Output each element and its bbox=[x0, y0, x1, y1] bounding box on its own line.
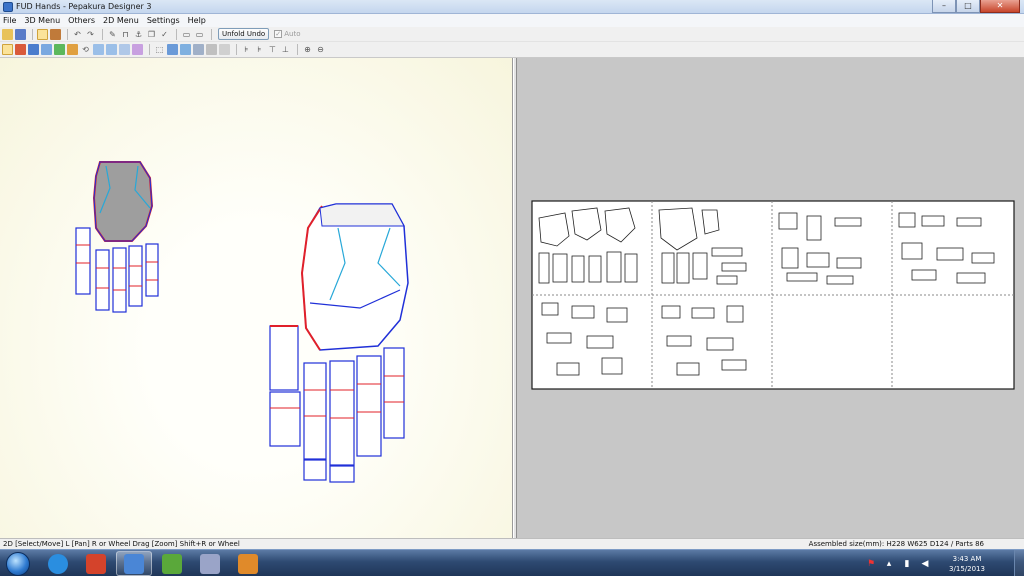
pepakura-unfolder-icon bbox=[86, 553, 106, 574]
auto-option[interactable]: ✓ Auto bbox=[274, 30, 300, 38]
menu-2d[interactable]: 2D Menu bbox=[103, 15, 139, 27]
window-single-icon[interactable]: ▭ bbox=[181, 29, 192, 40]
move-tool-icon[interactable] bbox=[180, 44, 191, 55]
pepakura-app-icon[interactable] bbox=[3, 2, 13, 12]
window-title: FUD Hands - Pepakura Designer 3 bbox=[16, 2, 152, 11]
network-icon[interactable]: ▮ bbox=[901, 558, 913, 570]
pepakura-designer-icon bbox=[124, 553, 144, 574]
view-2d-pane[interactable] bbox=[517, 58, 1024, 538]
disconnect-tool-icon[interactable] bbox=[106, 44, 117, 55]
toolbar-separator bbox=[236, 44, 237, 55]
edit-icon[interactable]: ✎ bbox=[107, 29, 118, 40]
check-icon[interactable]: ✓ bbox=[159, 29, 170, 40]
maximize-button[interactable]: □ bbox=[956, 0, 980, 13]
menu-bar: File 3D Menu Others 2D Menu Settings Hel… bbox=[0, 14, 1024, 27]
app-window: FUD Hands - Pepakura Designer 3 – □ ✕ Fi… bbox=[0, 0, 1024, 576]
redo-icon[interactable]: ↷ bbox=[85, 29, 96, 40]
volume-icon[interactable]: ◀ bbox=[919, 558, 931, 570]
save-icon[interactable] bbox=[15, 28, 26, 40]
windows-logo-icon bbox=[6, 551, 30, 576]
internet-explorer-icon bbox=[48, 553, 68, 574]
window-split-icon[interactable]: ▭ bbox=[194, 29, 205, 40]
taskbar-paint-app[interactable] bbox=[230, 551, 266, 576]
unfold-undo-button[interactable]: Unfold Undo bbox=[218, 28, 270, 40]
menu-others[interactable]: Others bbox=[68, 15, 95, 27]
page-tool-icon[interactable] bbox=[219, 44, 230, 55]
windows-taskbar: ⚑ ▴ ▮ ◀ 3:43 AM 3/15/2013 bbox=[0, 549, 1024, 576]
paint-app-icon bbox=[238, 553, 258, 574]
minimize-button[interactable]: – bbox=[932, 0, 956, 13]
text-tool-icon[interactable] bbox=[132, 44, 143, 55]
view-3d-pane[interactable] bbox=[0, 58, 513, 538]
taskbar-media-app[interactable] bbox=[192, 551, 228, 576]
action-center-flag-icon[interactable]: ⚑ bbox=[865, 558, 877, 570]
menu-file[interactable]: File bbox=[3, 15, 16, 27]
connect-tool-icon[interactable] bbox=[93, 44, 104, 55]
scale-tool-icon[interactable] bbox=[193, 44, 204, 55]
join-icon[interactable]: ⚓ bbox=[133, 29, 144, 40]
layout-tool-icon[interactable]: ⬚ bbox=[154, 44, 165, 55]
taskbar-pepakura-unfolder[interactable] bbox=[78, 551, 114, 576]
taskbar-pepakura-designer[interactable] bbox=[116, 551, 152, 576]
close-button[interactable]: ✕ bbox=[980, 0, 1020, 13]
toolbar-separator bbox=[211, 28, 212, 40]
unfold-2d-view[interactable] bbox=[517, 58, 1024, 538]
notepad-plus-icon bbox=[162, 553, 182, 574]
taskbar-internet-explorer[interactable] bbox=[40, 551, 76, 576]
small-hand-model[interactable] bbox=[75, 161, 159, 313]
status-bar: 2D [Select/Move] L [Pan] R or Wheel Drag… bbox=[0, 538, 1024, 549]
system-clock[interactable]: 3:43 AM 3/15/2013 bbox=[934, 554, 1000, 574]
fold-tool-icon[interactable] bbox=[119, 44, 130, 55]
toolbar-separator bbox=[176, 28, 177, 40]
toolbar-separator bbox=[67, 28, 68, 40]
large-hand-model[interactable] bbox=[269, 203, 409, 483]
align-top-icon[interactable]: ⊤ bbox=[267, 44, 278, 55]
show-hidden-icons-icon[interactable]: ▴ bbox=[883, 558, 895, 570]
grid-tool-icon[interactable] bbox=[28, 44, 39, 55]
status-hint: 2D [Select/Move] L [Pan] R or Wheel Drag… bbox=[3, 540, 240, 548]
rotate-tool-icon[interactable]: ⟲ bbox=[80, 44, 91, 55]
align-left-icon[interactable]: ⊧ bbox=[241, 44, 252, 55]
clock-time: 3:43 AM bbox=[952, 554, 982, 563]
toolbar-separator bbox=[102, 28, 103, 40]
zoom-tool-icon[interactable] bbox=[15, 44, 26, 55]
align-bottom-icon[interactable]: ⊥ bbox=[280, 44, 291, 55]
title-bar: FUD Hands - Pepakura Designer 3 – □ ✕ bbox=[0, 0, 1024, 14]
texture-icon[interactable] bbox=[50, 28, 61, 40]
align-right-icon[interactable]: ⊧ bbox=[254, 44, 265, 55]
menu-help[interactable]: Help bbox=[188, 15, 206, 27]
select-tool-icon[interactable] bbox=[2, 44, 13, 55]
show-desktop-button[interactable] bbox=[1014, 550, 1024, 576]
window-controls: – □ ✕ bbox=[932, 0, 1020, 13]
toolbar-separator bbox=[149, 44, 150, 55]
number-tool-icon[interactable] bbox=[67, 44, 78, 55]
main-toolbar: ↶ ↷ ✎ ⊓ ⚓ ❐ ✓ ▭ ▭ Unfold Undo ✓ Auto bbox=[0, 27, 1024, 42]
menu-settings[interactable]: Settings bbox=[147, 15, 180, 27]
taskbar-notepad-plus[interactable] bbox=[154, 551, 190, 576]
clock-date: 3/15/2013 bbox=[949, 564, 985, 573]
zoom-in-icon[interactable]: ⊕ bbox=[302, 44, 313, 55]
mirror-tool-icon[interactable] bbox=[41, 44, 52, 55]
menu-3d[interactable]: 3D Menu bbox=[24, 15, 60, 27]
toolbar-separator bbox=[32, 28, 33, 40]
open-icon[interactable] bbox=[2, 28, 13, 40]
arrange-tool-icon[interactable] bbox=[167, 44, 178, 55]
auto-checkbox[interactable]: ✓ bbox=[274, 30, 283, 38]
toolbar-separator bbox=[297, 44, 298, 55]
auto-label: Auto bbox=[284, 30, 301, 38]
tools-toolbar: ⟲ ⬚ ⊧ ⊧ ⊤ ⊥ ⊕ ⊖ bbox=[0, 42, 1024, 58]
media-app-icon bbox=[200, 553, 220, 574]
model-3d-view[interactable] bbox=[0, 58, 513, 538]
view-3d-icon[interactable] bbox=[37, 28, 48, 40]
system-tray: ⚑ ▴ ▮ ◀ 3:43 AM 3/15/2013 bbox=[862, 550, 1024, 576]
undo-icon[interactable]: ↶ bbox=[72, 29, 83, 40]
zoom-out-icon[interactable]: ⊖ bbox=[315, 44, 326, 55]
paint-tool-icon[interactable] bbox=[54, 44, 65, 55]
status-assembled-size: Assembled size(mm): H228 W625 D124 / Par… bbox=[808, 540, 984, 548]
start-button[interactable] bbox=[3, 550, 33, 576]
copy-icon[interactable]: ❐ bbox=[146, 29, 157, 40]
flap-tool-icon[interactable] bbox=[206, 44, 217, 55]
flap-icon[interactable]: ⊓ bbox=[120, 29, 131, 40]
